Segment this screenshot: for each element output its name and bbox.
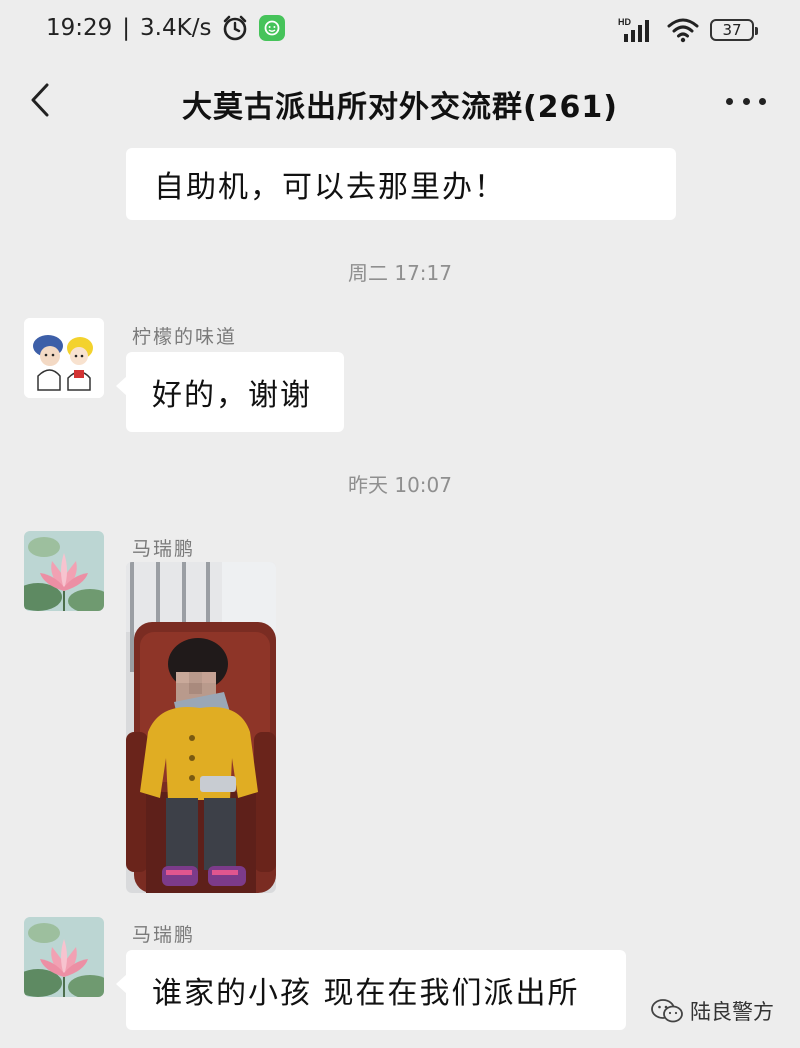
- message-bubble[interactable]: 自助机，可以去那里办！: [126, 148, 676, 220]
- message-timestamp: 周二 17:17: [348, 261, 452, 285]
- alarm-icon: [224, 15, 247, 41]
- avatar[interactable]: [24, 318, 104, 398]
- status-left: 19:29 | 3.4K/s: [46, 14, 286, 42]
- sender-name: 马瑞鹏: [132, 924, 196, 946]
- message-bubble[interactable]: 谁家的小孩 现在在我们派出所: [116, 950, 626, 1030]
- lotus-flower-avatar: [24, 917, 104, 997]
- message-text: 谁家的小孩 现在在我们派出所: [152, 976, 580, 1011]
- more-button[interactable]: [726, 86, 766, 116]
- status-right: HD 37: [618, 16, 758, 44]
- more-dot: [759, 97, 766, 105]
- battery-level: 37: [722, 21, 742, 39]
- message-timestamp: 昨天 10:07: [348, 473, 452, 497]
- message-text: 好的，谢谢: [152, 378, 312, 413]
- status-time: 19:29: [46, 15, 113, 41]
- message-text: 自助机，可以去那里办！: [154, 170, 506, 205]
- photo-message[interactable]: [126, 562, 276, 893]
- child-on-red-armchair-photo: [126, 562, 276, 893]
- lotus-flower-avatar: [24, 531, 104, 611]
- wifi-icon: [667, 18, 699, 43]
- wechat-icon: [651, 999, 683, 1023]
- battery-icon: 37: [710, 19, 758, 41]
- nav-bar: 大莫古派出所对外交流群(261): [0, 62, 800, 142]
- more-dot: [742, 97, 750, 105]
- net-speed: 3.4K/s: [140, 15, 212, 41]
- status-separator: |: [122, 15, 131, 41]
- avatar[interactable]: [24, 917, 104, 997]
- signal-icon: HD: [618, 17, 649, 42]
- watermark: 陆良警方: [650, 996, 774, 1026]
- sender-name: 马瑞鹏: [132, 538, 196, 560]
- chat-title: 大莫古派出所对外交流群(261): [181, 90, 619, 125]
- more-dot: [726, 97, 733, 105]
- watermark-text: 陆良警方: [690, 1000, 774, 1024]
- avatar[interactable]: [24, 531, 104, 611]
- hd-label: HD: [618, 17, 631, 27]
- status-bar: 19:29 | 3.4K/s HD 37: [0, 0, 800, 62]
- sender-name: 柠檬的味道: [132, 326, 238, 348]
- cartoon-couple-avatar: [24, 318, 104, 398]
- app-badge-icon: [259, 15, 286, 41]
- message-bubble[interactable]: 好的，谢谢: [116, 352, 344, 432]
